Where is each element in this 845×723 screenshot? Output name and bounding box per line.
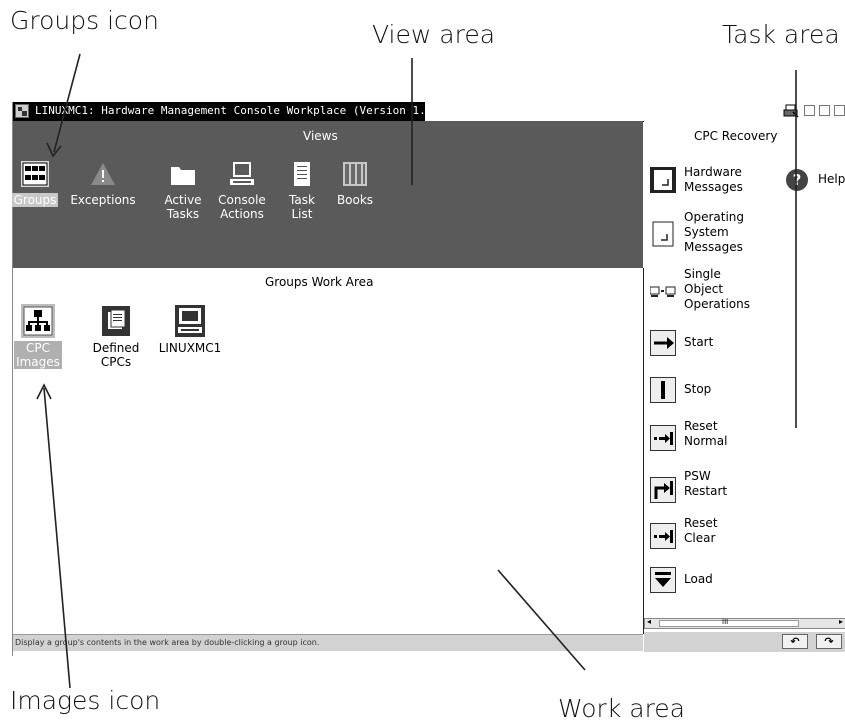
scroll-left-icon[interactable]: ◂	[647, 617, 651, 626]
hardware-messages-icon	[650, 167, 676, 193]
task-area-buttons: ↶ ↷	[644, 632, 845, 652]
title-bar-right	[425, 102, 845, 122]
psw-restart-icon	[650, 477, 676, 503]
print-icon[interactable]	[783, 104, 799, 118]
cpc-images-icon	[21, 304, 55, 338]
defined-cpcs-label: Defined CPCs	[92, 341, 140, 369]
load-icon	[650, 567, 676, 593]
views-area: Views Groups Exceptions Active Tasks Con…	[11, 121, 643, 268]
work-item-linuxmc1[interactable]: LINUXMC1	[155, 304, 225, 355]
stop-bar-icon	[650, 377, 676, 403]
view-exceptions-label: Exceptions	[70, 193, 136, 207]
view-groups-label: Groups	[11, 193, 59, 207]
title-bar: LINUXMC1: Hardware Management Console Wo…	[13, 102, 845, 122]
task-area-scrollbar[interactable]: ◂ III ▸	[644, 617, 845, 629]
help-icon: ?	[786, 169, 808, 191]
books-icon	[343, 162, 367, 186]
linuxmc1-icon	[175, 305, 205, 337]
groups-icon	[21, 161, 49, 187]
start-label: Start	[684, 335, 714, 349]
single-object-operations-icon	[650, 286, 676, 297]
view-books[interactable]: Books	[331, 161, 379, 207]
psw-restart-label: PSW Restart	[684, 469, 728, 498]
view-area-callout: View area	[372, 20, 496, 49]
load-label: Load	[684, 572, 713, 586]
reset-clear-label: Reset Clear	[684, 516, 718, 545]
views-title: Views	[303, 129, 338, 143]
scroll-right-icon[interactable]: ▸	[839, 617, 843, 626]
task-list-icon	[294, 162, 310, 186]
view-console-actions-label: Console Actions	[218, 193, 266, 221]
view-books-label: Books	[336, 193, 374, 207]
defined-cpcs-icon	[102, 306, 130, 336]
console-actions-icon	[230, 162, 254, 185]
view-task-list-label: Task List	[289, 193, 315, 221]
view-exceptions[interactable]: Exceptions	[68, 161, 138, 207]
help-label: Help	[818, 172, 845, 186]
scrollbar-thumb[interactable]: III	[659, 618, 799, 627]
view-active-tasks[interactable]: Active Tasks	[158, 161, 208, 221]
view-console-actions[interactable]: Console Actions	[216, 161, 268, 221]
images-icon-callout: Images icon	[10, 686, 161, 715]
close-icon[interactable]	[834, 105, 845, 116]
reset-normal-label: Reset Normal	[684, 419, 728, 448]
reset-clear-icon	[650, 523, 676, 549]
task-area-callout: Task area	[722, 20, 840, 49]
work-area: Groups Work Area CPC Images Defined CPCs	[13, 268, 644, 634]
window-title: LINUXMC1: Hardware Management Console Wo…	[35, 104, 453, 117]
work-item-defined-cpcs[interactable]: Defined CPCs	[85, 304, 147, 369]
work-area-callout: Work area	[558, 694, 686, 723]
work-area-title: Groups Work Area	[265, 275, 374, 289]
active-tasks-icon	[171, 167, 195, 185]
status-bar: Display a group's contents in the work a…	[13, 634, 643, 651]
single-object-operations-label: Single Object Operations	[684, 267, 750, 311]
task-area: CPC Recovery ? Help Hardware Messages Op…	[644, 121, 845, 636]
view-active-tasks-label: Active Tasks	[164, 193, 202, 221]
hmc-window: LINUXMC1: Hardware Management Console Wo…	[11, 102, 845, 656]
app-icon[interactable]	[15, 104, 29, 118]
view-task-list[interactable]: Task List	[280, 161, 324, 221]
groups-icon-callout: Groups icon	[10, 6, 159, 35]
scrollbar-thumb-grip: III	[722, 618, 729, 626]
start-arrow-icon	[650, 330, 676, 356]
reset-normal-icon	[650, 425, 676, 451]
exceptions-icon	[91, 163, 115, 185]
cpc-images-label: CPC Images	[14, 341, 62, 369]
task-area-title: CPC Recovery	[694, 129, 778, 143]
maximize-icon[interactable]	[804, 105, 815, 116]
restore-icon[interactable]	[819, 105, 830, 116]
view-groups[interactable]: Groups	[11, 161, 59, 207]
undo-icon[interactable]: ↶	[782, 634, 808, 649]
linuxmc1-label: LINUXMC1	[158, 341, 222, 355]
os-messages-icon	[652, 221, 674, 247]
stop-label: Stop	[684, 382, 712, 396]
os-messages-label: Operating System Messages	[684, 210, 744, 254]
hardware-messages-label: Hardware Messages	[684, 165, 743, 194]
redo-icon[interactable]: ↷	[816, 634, 842, 649]
status-text: Display a group's contents in the work a…	[15, 638, 320, 647]
work-item-cpc-images[interactable]: CPC Images	[7, 304, 69, 369]
